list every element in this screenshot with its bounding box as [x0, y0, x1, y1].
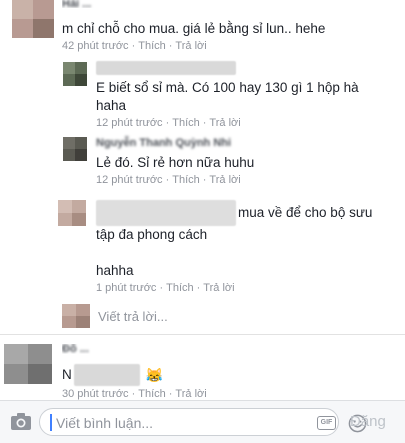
comment-meta: 42 phút trước · Thích · Trả lời [62, 40, 207, 52]
comment-time[interactable]: 1 phút trước [96, 282, 156, 294]
avatar[interactable] [4, 344, 52, 384]
camera-icon[interactable] [10, 411, 32, 431]
avatar [62, 304, 90, 328]
reply-link[interactable]: Trả lời [209, 174, 240, 186]
comment-meta: 1 phút trước · Thích · Trả lời [96, 282, 235, 294]
comment-input-placeholder: Viết bình luận... [56, 415, 154, 431]
comment-meta: 12 phút trước · Thích · Trả lời [96, 174, 241, 186]
post-button[interactable]: Đăng [350, 413, 386, 430]
comment-author[interactable]: mua về để cho bộ sưu [96, 200, 372, 226]
gif-icon[interactable]: GIF [317, 416, 336, 430]
comment-meta: 30 phút trước · Thích · Trả lời [62, 388, 207, 400]
comment-item: E biết sổ sỉ mà. Có 100 hay 130 gì 1 hộp… [96, 60, 359, 129]
comment-text: E biết sổ sỉ mà. Có 100 hay 130 gì 1 hộp… [96, 80, 359, 95]
like-link[interactable]: Thích [172, 117, 200, 129]
comment-text: mua về để cho bộ sưu [238, 205, 373, 220]
reply-link[interactable]: Trả lời [175, 388, 206, 400]
comment-time[interactable]: 12 phút trước [96, 117, 163, 129]
avatar[interactable] [12, 0, 54, 38]
comment-author[interactable]: Hải ... [62, 0, 325, 8]
comment-item: Nguyễn Thanh Quỳnh Nhi Lẻ đó. Sỉ rẻ hơn … [96, 135, 254, 186]
redacted-name [96, 61, 236, 75]
redacted-text [73, 364, 140, 386]
comment-time[interactable]: 30 phút trước [62, 388, 129, 400]
comment-author[interactable] [96, 60, 359, 76]
avatar[interactable] [58, 200, 86, 226]
reply-link[interactable]: Trả lời [175, 40, 206, 52]
comment-text: N 😹 [62, 364, 207, 386]
like-link[interactable]: Thích [166, 282, 194, 294]
comment-author[interactable]: Nguyễn Thanh Quỳnh Nhi [96, 135, 254, 151]
comment-text: tập đa phong cách [96, 227, 208, 242]
comment-item: Đỗ ... N 😹 30 phút trước · Thích · Trả lời [62, 344, 207, 400]
comment-time[interactable]: 42 phút trước [62, 40, 129, 52]
like-link[interactable]: Thích [172, 174, 200, 186]
emoji: 😹 [145, 367, 164, 383]
reply-link[interactable]: Trả lời [203, 282, 234, 294]
comment-text: Lẻ đó. Sỉ rẻ hơn nữa huhu [96, 155, 255, 170]
comment-author[interactable]: Đỗ ... [62, 344, 207, 354]
text-caret [50, 414, 52, 431]
comment-text: hahha [96, 263, 134, 278]
redacted-name [96, 200, 236, 226]
comment-text: m chỉ chỗ cho mua. giá lẻ bằng sỉ lun.. … [62, 21, 326, 36]
reply-prompt[interactable]: Viết trả lời... [98, 309, 168, 324]
avatar[interactable] [63, 137, 87, 161]
reply-link[interactable]: Trả lời [209, 117, 240, 129]
comment-text: haha [96, 98, 127, 113]
comment-item: mua về để cho bộ sưu tập đa phong cách h… [96, 200, 372, 294]
like-link[interactable]: Thích [138, 388, 166, 400]
comment-time[interactable]: 12 phút trước [96, 174, 163, 186]
comment-input[interactable]: Viết bình luận... GIF [39, 408, 367, 436]
comment-composer: Viết bình luận... GIF Đăng [0, 400, 405, 443]
comment-item: Hải ... m chỉ chỗ cho mua. giá lẻ bằng s… [62, 0, 325, 52]
like-link[interactable]: Thích [138, 40, 166, 52]
avatar[interactable] [63, 62, 87, 86]
comment-meta: 12 phút trước · Thích · Trả lời [96, 117, 241, 129]
divider [0, 334, 405, 335]
